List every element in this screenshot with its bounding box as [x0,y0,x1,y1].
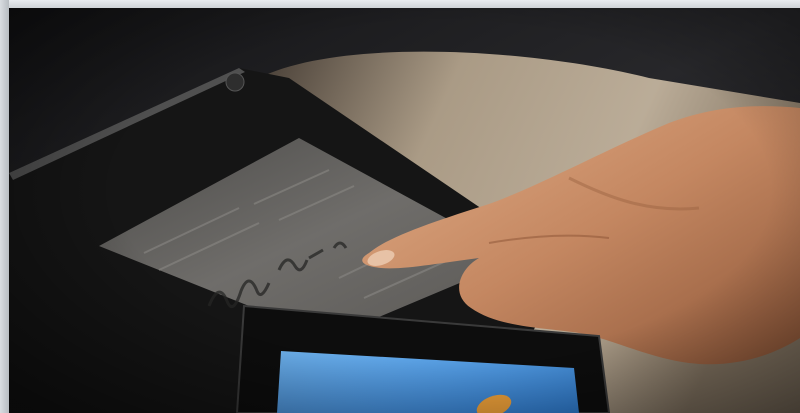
photo-frame [0,0,800,413]
photo-illustration [9,8,800,413]
vignette [9,8,800,413]
photo-scene [9,8,800,413]
left-border [0,0,9,413]
top-border [0,0,800,8]
